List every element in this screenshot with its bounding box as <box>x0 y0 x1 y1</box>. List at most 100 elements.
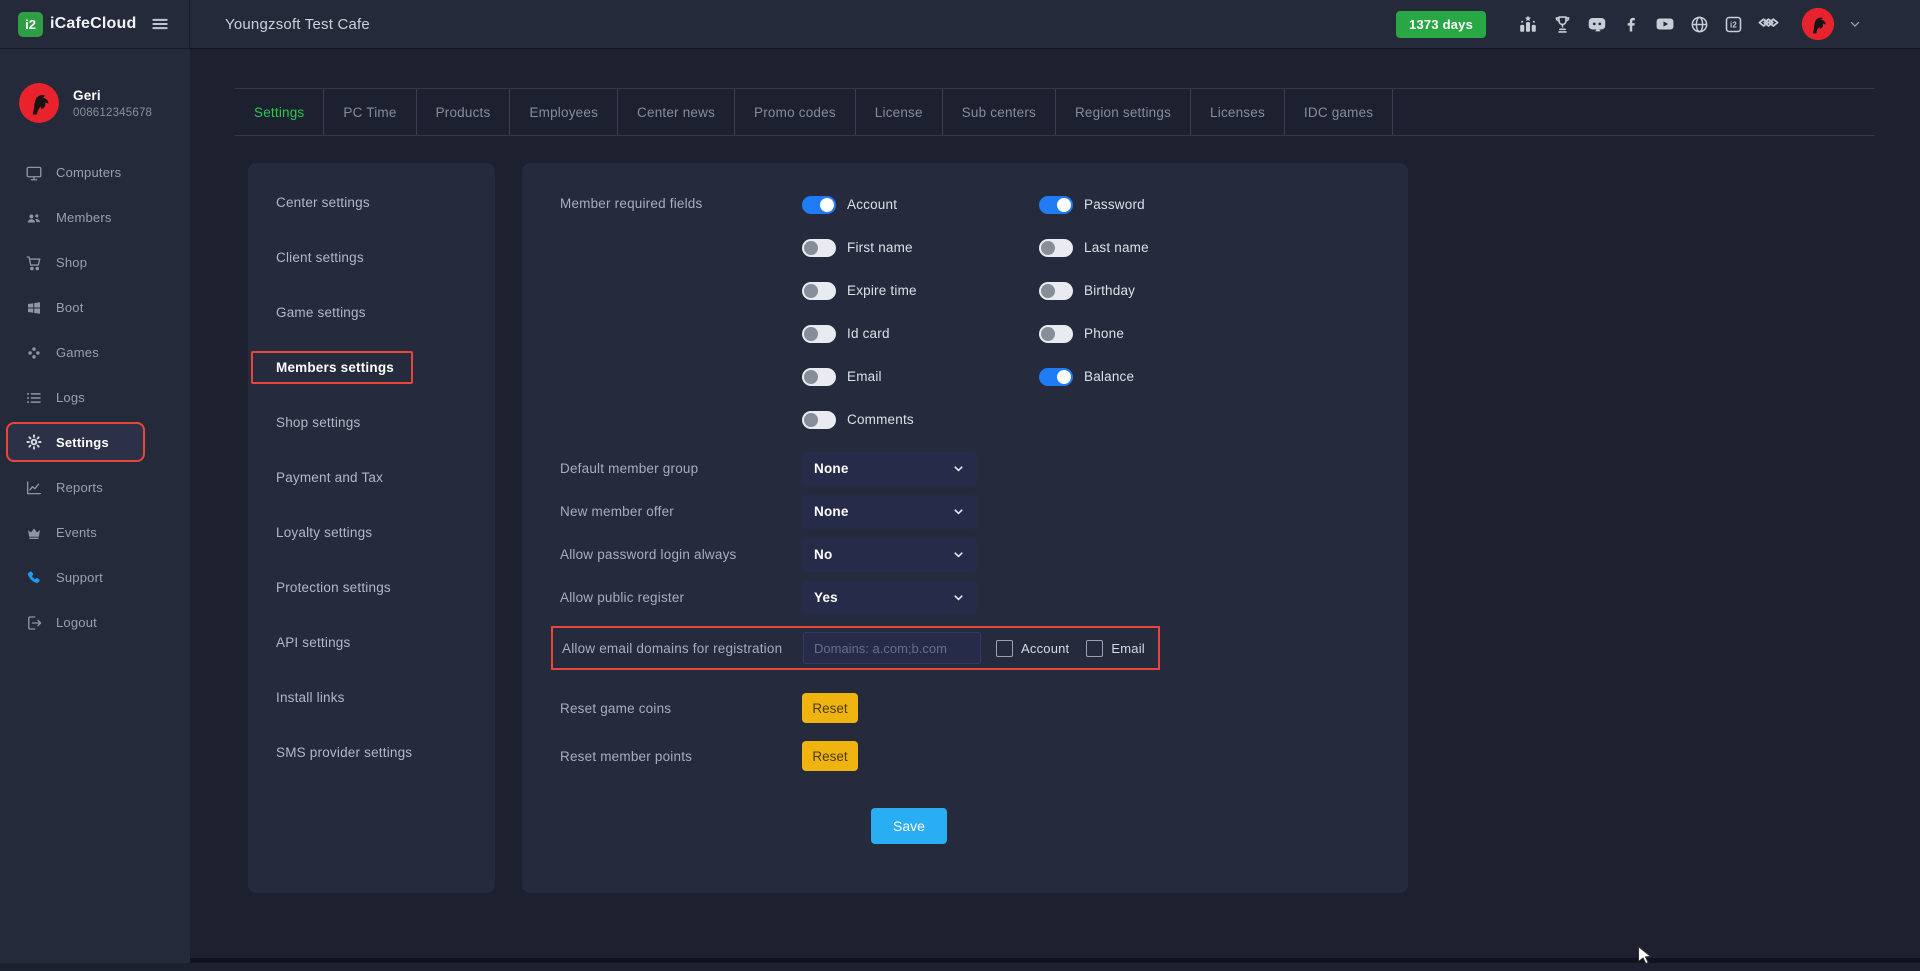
default-member-group-select[interactable]: None <box>802 451 977 486</box>
field-label: Member required fields <box>560 196 703 211</box>
reset-game-coins-button[interactable]: Reset <box>802 693 858 723</box>
toggle-label: Password <box>1084 197 1145 212</box>
sidebar-item-label: Logout <box>56 615 97 630</box>
tab-licenses[interactable]: Licenses <box>1191 89 1285 135</box>
sidebar-item-members[interactable]: Members <box>0 195 190 240</box>
icafecloud-logo-icon: i2 <box>18 11 43 37</box>
globe-icon[interactable] <box>1689 14 1710 35</box>
save-button[interactable]: Save <box>871 808 947 844</box>
sidebar-item-label: Members <box>56 210 112 225</box>
chevron-down-icon <box>954 595 963 601</box>
logo-glyph: i2 <box>25 16 36 32</box>
sidebar-item-boot[interactable]: Boot <box>0 285 190 330</box>
icafecloud-icon[interactable]: i2 <box>1723 14 1744 35</box>
select-value: No <box>814 547 833 562</box>
email-checkbox-wrap[interactable]: Email <box>1086 639 1145 657</box>
chevron-down-icon[interactable] <box>1848 17 1862 31</box>
hamburger-menu-icon[interactable] <box>150 14 170 34</box>
menu-item-members-settings[interactable]: Members settings <box>251 351 413 384</box>
menu-item-center-settings[interactable]: Center settings <box>248 175 495 230</box>
sidebar-item-games[interactable]: Games <box>0 330 190 375</box>
trophy-icon[interactable] <box>1552 14 1573 35</box>
sidebar-item-logout[interactable]: Logout <box>0 600 190 645</box>
allow-password-login-select[interactable]: No <box>802 537 977 572</box>
menu-item-install-links[interactable]: Install links <box>248 670 495 725</box>
tab-sub-centers[interactable]: Sub centers <box>943 89 1056 135</box>
toggle-label: Balance <box>1084 369 1135 384</box>
sidebar-item-events[interactable]: Events <box>0 510 190 555</box>
required-fields-toggle-grid: Account Password First name Last name Ex… <box>802 183 1276 441</box>
chevron-down-icon <box>954 466 963 472</box>
menu-item-api-settings[interactable]: API settings <box>248 615 495 670</box>
toggle-label: First name <box>847 240 913 255</box>
tab-license[interactable]: License <box>856 89 943 135</box>
toggle-password[interactable] <box>1039 195 1073 214</box>
toggle-label: Comments <box>847 412 914 427</box>
tab-products[interactable]: Products <box>417 89 511 135</box>
sidebar-item-shop[interactable]: Shop <box>0 240 190 285</box>
menu-item-sms-provider-settings[interactable]: SMS provider settings <box>248 725 495 780</box>
facebook-icon[interactable] <box>1621 14 1641 34</box>
tab-region-settings[interactable]: Region settings <box>1056 89 1192 135</box>
sidebar-item-label: Support <box>56 570 103 585</box>
ranking-icon[interactable] <box>1517 13 1539 35</box>
checkbox-label: Account <box>1021 640 1070 656</box>
sidebar-item-logs[interactable]: Logs <box>0 375 190 420</box>
email-checkbox[interactable] <box>1086 639 1104 657</box>
toggle-id-card[interactable] <box>802 324 836 343</box>
menu-item-client-settings[interactable]: Client settings <box>248 230 495 285</box>
tab-idc-games[interactable]: IDC games <box>1285 89 1394 135</box>
toggle-email[interactable] <box>802 367 836 386</box>
menu-item-shop-settings[interactable]: Shop settings <box>248 395 495 450</box>
toggle-label: Expire time <box>847 283 917 298</box>
menu-item-protection-settings[interactable]: Protection settings <box>248 560 495 615</box>
toggle-account[interactable] <box>802 195 836 214</box>
allow-public-register-select[interactable]: Yes <box>802 580 977 615</box>
discord-icon[interactable] <box>1586 13 1608 35</box>
field-label: Reset game coins <box>560 700 672 716</box>
menu-item-game-settings[interactable]: Game settings <box>248 285 495 340</box>
field-label: Allow public register <box>560 590 685 605</box>
new-member-offer-select[interactable]: None <box>802 494 977 529</box>
layers-icon[interactable] <box>1757 13 1780 36</box>
tab-employees[interactable]: Employees <box>510 89 619 135</box>
user-meta: Geri 008612345678 <box>73 88 152 119</box>
youtube-icon[interactable] <box>1654 13 1676 35</box>
toggle-birthday[interactable] <box>1039 281 1073 300</box>
save-row: Save <box>560 808 1408 844</box>
email-domains-input[interactable] <box>803 632 981 664</box>
chevron-down-icon <box>954 509 963 515</box>
sidebar-item-label: Computers <box>56 165 122 180</box>
toggle-phone[interactable] <box>1039 324 1073 343</box>
icafe-glyph: i2 <box>1730 20 1737 29</box>
user-phone: 008612345678 <box>73 106 153 119</box>
user-avatar-large <box>18 82 60 124</box>
sidebar-item-support[interactable]: Support <box>0 555 190 600</box>
toggle-comments[interactable] <box>802 410 836 429</box>
logo-text: iCafeCloud <box>50 15 137 32</box>
license-days-badge[interactable]: 1373 days <box>1396 10 1486 38</box>
select-value: None <box>814 504 849 519</box>
settings-menu-panel: Center settings Client settings Game set… <box>248 163 495 893</box>
toggle-balance[interactable] <box>1039 367 1073 386</box>
account-checkbox-wrap[interactable]: Account <box>996 639 1070 657</box>
tab-settings[interactable]: Settings <box>235 89 325 135</box>
field-label: Reset member points <box>560 748 693 764</box>
tab-bar: Settings PC Time Products Employees Cent… <box>235 88 1875 136</box>
sidebar-item-computers[interactable]: Computers <box>0 150 190 195</box>
user-avatar[interactable] <box>1801 7 1835 41</box>
toggle-expire-time[interactable] <box>802 281 836 300</box>
toggle-first-name[interactable] <box>802 238 836 257</box>
sidebar-item-settings[interactable]: Settings <box>6 422 145 462</box>
menu-item-loyalty-settings[interactable]: Loyalty settings <box>248 505 495 560</box>
sidebar-item-reports[interactable]: Reports <box>0 465 190 510</box>
tab-pc-time[interactable]: PC Time <box>324 89 417 135</box>
account-checkbox[interactable] <box>996 639 1013 657</box>
tab-center-news[interactable]: Center news <box>618 89 736 135</box>
user-block[interactable]: Geri 008612345678 <box>0 48 190 134</box>
toggle-last-name[interactable] <box>1039 238 1073 257</box>
toggle-label: Last name <box>1084 240 1149 255</box>
menu-item-payment-and-tax[interactable]: Payment and Tax <box>248 450 495 505</box>
tab-promo-codes[interactable]: Promo codes <box>735 89 856 135</box>
reset-member-points-button[interactable]: Reset <box>802 741 858 771</box>
